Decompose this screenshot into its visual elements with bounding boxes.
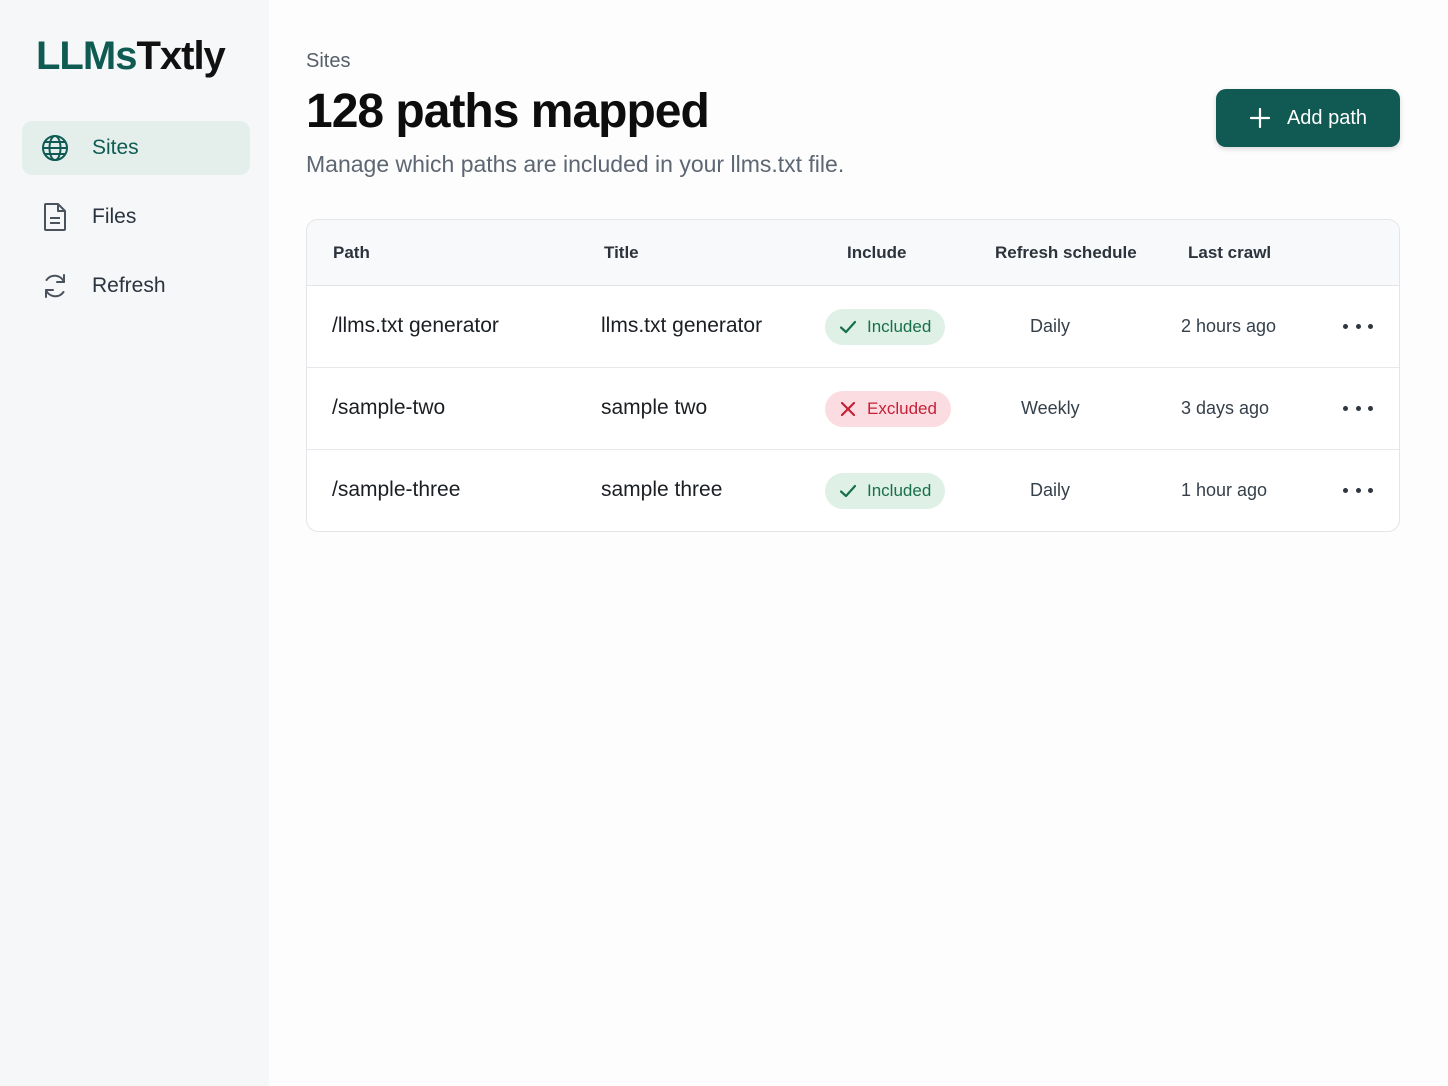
table-row[interactable]: /llms.txt generator llms.txt generator I… <box>307 286 1399 368</box>
column-header-last-crawl[interactable]: Last crawl <box>1188 243 1271 263</box>
app-logo[interactable]: LLMs Txtly <box>36 34 226 79</box>
add-path-label: Add path <box>1286 106 1368 129</box>
title-cell: sample three <box>601 478 723 501</box>
refresh-icon <box>40 271 70 301</box>
table-header: Path Title Include Refresh schedule Last… <box>307 220 1399 286</box>
logo-text-txtly: Txtly <box>136 34 225 78</box>
main-content: Sites 128 paths mapped Manage which path… <box>269 0 1448 1086</box>
status-badge-label: Excluded <box>867 399 937 418</box>
table-row[interactable]: /sample-two sample two Excluded Weekly 3… <box>307 368 1399 450</box>
check-icon <box>839 484 857 498</box>
schedule-cell[interactable]: Weekly <box>1021 398 1080 419</box>
more-dots-icon <box>1343 405 1348 411</box>
path-cell[interactable]: /sample-three <box>332 478 460 502</box>
title-cell: llms.txt generator <box>601 314 763 337</box>
plus-icon <box>1249 107 1271 129</box>
file-icon <box>40 202 70 232</box>
column-header-title[interactable]: Title <box>604 243 639 263</box>
sidebar-item-files[interactable]: Files <box>22 190 250 244</box>
last-crawl-cell: 2 hours ago <box>1181 316 1277 336</box>
more-dots-icon <box>1368 405 1373 411</box>
breadcrumb[interactable]: Sites <box>306 50 350 73</box>
status-badge-label: Included <box>867 481 932 500</box>
more-dots-icon <box>1355 405 1361 411</box>
title-cell: sample two <box>601 396 708 419</box>
add-path-button[interactable]: Add path <box>1216 89 1400 147</box>
row-actions-menu-button[interactable] <box>1343 478 1373 502</box>
more-dots-icon <box>1355 487 1361 493</box>
logo-text-llms: LLMs <box>36 34 137 78</box>
more-dots-icon <box>1368 487 1373 493</box>
more-dots-icon <box>1355 323 1361 329</box>
more-dots-icon <box>1343 487 1348 493</box>
column-header-path[interactable]: Path <box>333 243 370 263</box>
column-header-refresh-schedule[interactable]: Refresh schedule <box>995 243 1137 263</box>
sidebar: LLMs Txtly Sites Files Refresh <box>0 0 269 1086</box>
status-badge[interactable]: Included <box>825 473 946 509</box>
more-dots-icon <box>1368 323 1373 329</box>
paths-table: Path Title Include Refresh schedule Last… <box>306 219 1400 532</box>
sidebar-item-label: Refresh <box>92 274 166 297</box>
column-header-include[interactable]: Include <box>847 243 907 263</box>
schedule-cell[interactable]: Daily <box>1030 316 1070 337</box>
row-actions-menu-button[interactable] <box>1343 396 1373 420</box>
more-dots-icon <box>1343 323 1348 329</box>
status-badge[interactable]: Included <box>825 309 946 345</box>
last-crawl-cell: 1 hour ago <box>1181 480 1268 500</box>
last-crawl-cell: 3 days ago <box>1181 398 1270 418</box>
sidebar-item-refresh[interactable]: Refresh <box>22 259 250 313</box>
path-cell[interactable]: /llms.txt generator <box>332 314 499 338</box>
sidebar-item-label: Files <box>92 205 137 228</box>
sidebar-item-sites[interactable]: Sites <box>22 121 250 175</box>
table-row[interactable]: /sample-three sample three Included Dail… <box>307 450 1399 531</box>
page-subtitle: Manage which paths are included in your … <box>306 151 845 177</box>
globe-icon <box>40 133 70 163</box>
status-badge[interactable]: Excluded <box>825 391 951 427</box>
check-icon <box>839 320 857 334</box>
path-cell[interactable]: /sample-two <box>332 396 445 420</box>
status-badge-label: Included <box>867 317 932 336</box>
row-actions-menu-button[interactable] <box>1343 314 1373 338</box>
sidebar-item-label: Sites <box>92 136 139 159</box>
x-icon <box>840 401 856 417</box>
schedule-cell[interactable]: Daily <box>1030 480 1070 501</box>
page-title: 128 paths mapped <box>306 85 710 138</box>
